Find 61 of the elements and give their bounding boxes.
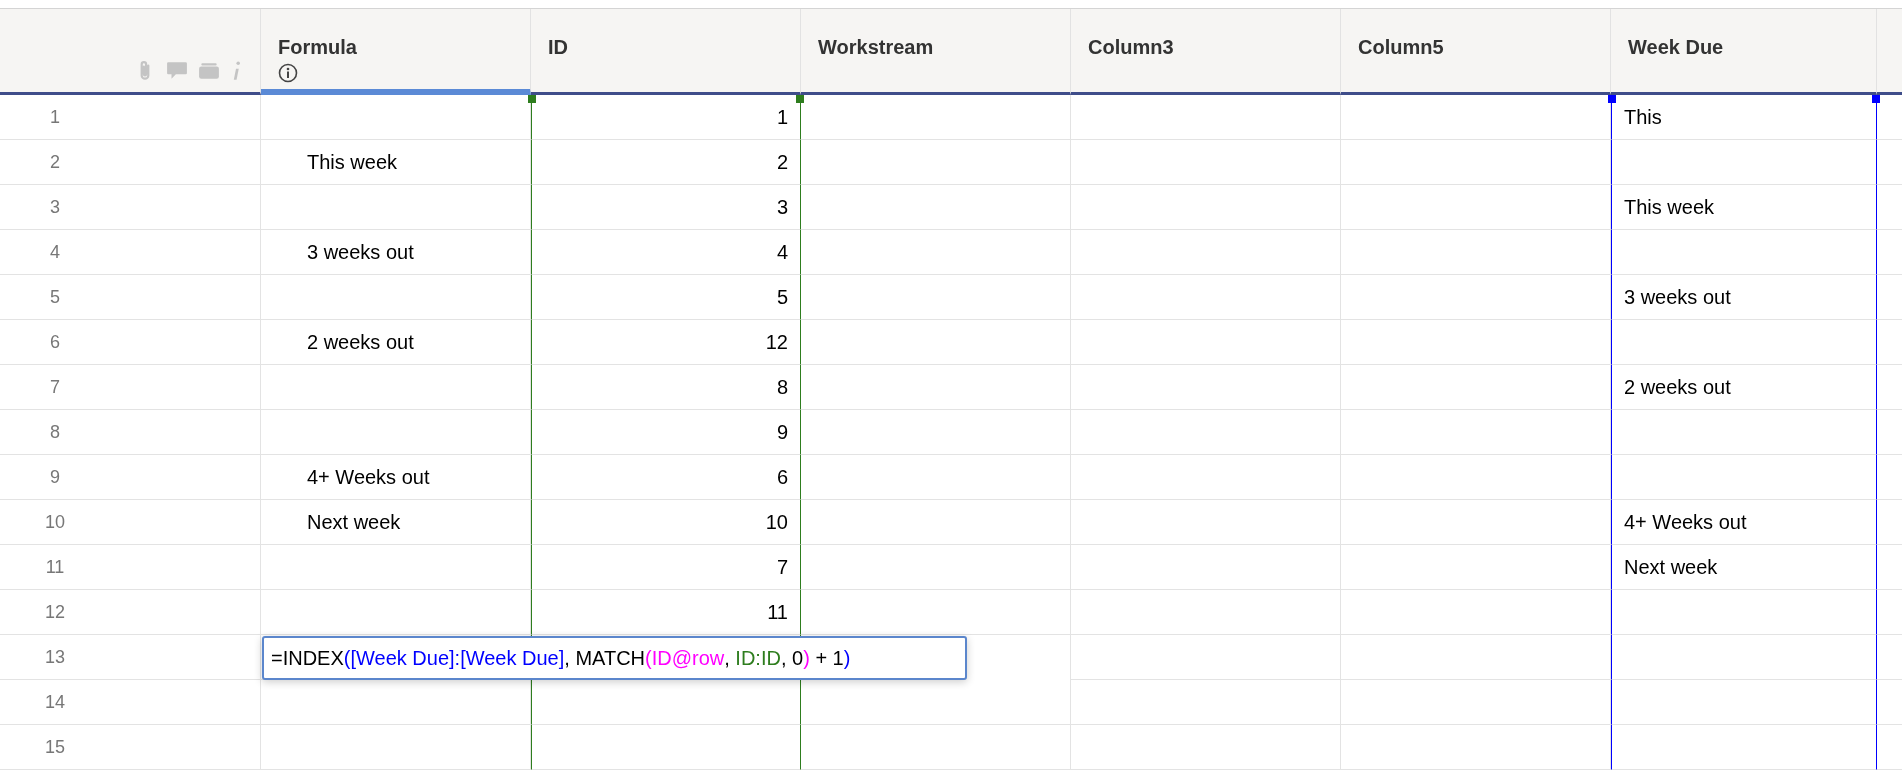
info-icon[interactable] <box>278 63 298 83</box>
table-cell[interactable]: 3 <box>531 185 801 230</box>
table-cell[interactable]: 11 <box>531 590 801 635</box>
row-number: 5 <box>0 275 261 320</box>
table-cell[interactable] <box>1611 725 1877 770</box>
table-cell[interactable]: 4+ Weeks out <box>261 455 531 500</box>
table-cell[interactable]: 3 weeks out <box>1611 275 1877 320</box>
selection-handle[interactable] <box>796 95 804 103</box>
table-cell[interactable] <box>1611 635 1877 680</box>
column-header[interactable]: Column5 <box>1341 9 1611 95</box>
table-cell[interactable]: 2 weeks out <box>261 320 531 365</box>
table-cell[interactable] <box>531 725 801 770</box>
selection-handle[interactable] <box>1608 95 1616 103</box>
table-cell[interactable]: 9 <box>531 410 801 455</box>
row-number: 10 <box>0 500 261 545</box>
table-cell[interactable] <box>1611 590 1877 635</box>
row-number: 12 <box>0 590 261 635</box>
table-cell[interactable]: This week <box>261 140 531 185</box>
table-cell[interactable]: 5 <box>531 275 801 320</box>
selection-handle[interactable] <box>1872 95 1880 103</box>
card-icon[interactable] <box>198 60 220 82</box>
row-number: 3 <box>0 185 261 230</box>
table-cell[interactable]: Next week <box>261 500 531 545</box>
table-cell[interactable]: 12 <box>531 320 801 365</box>
row-number: 8 <box>0 410 261 455</box>
table-cell[interactable]: This week <box>1611 185 1877 230</box>
table-cell[interactable]: 4+ Weeks out <box>1611 500 1877 545</box>
column-header[interactable]: Workstream <box>801 9 1071 95</box>
row-number: 14 <box>0 680 261 725</box>
column-header[interactable]: ID <box>531 9 801 95</box>
table-cell[interactable]: 4 <box>531 230 801 275</box>
table-cell[interactable]: Next week <box>1611 545 1877 590</box>
row-number: 13 <box>0 635 261 680</box>
table-cell[interactable] <box>1611 410 1877 455</box>
table-cell[interactable]: 3 weeks out <box>261 230 531 275</box>
row-number: 9 <box>0 455 261 500</box>
table-cell[interactable] <box>1611 455 1877 500</box>
table-cell[interactable]: 8 <box>531 365 801 410</box>
formula-field[interactable]: =INDEX([Week Due]:[Week Due], MATCH(ID@row, ID:ID, 0) + 1) <box>262 636 967 680</box>
table-cell[interactable] <box>1611 680 1877 725</box>
column-header[interactable]: Column3 <box>1071 9 1341 95</box>
table-cell[interactable] <box>1611 320 1877 365</box>
table-cell[interactable]: 6 <box>531 455 801 500</box>
selection-handle[interactable] <box>528 95 536 103</box>
table-cell[interactable]: 1 <box>531 95 801 140</box>
table-cell[interactable]: 10 <box>531 500 801 545</box>
row-number: 4 <box>0 230 261 275</box>
table-cell[interactable]: 2 <box>531 140 801 185</box>
table-cell[interactable]: This <box>1611 95 1877 140</box>
row-number: 11 <box>0 545 261 590</box>
column-header[interactable]: Formula <box>261 9 531 95</box>
row-number: 15 <box>0 725 261 770</box>
table-cell[interactable]: 2 weeks out <box>1611 365 1877 410</box>
row-number: 2 <box>0 140 261 185</box>
row-number: 7 <box>0 365 261 410</box>
table-cell[interactable] <box>1611 230 1877 275</box>
table-cell[interactable] <box>1611 140 1877 185</box>
table-cell[interactable]: 7 <box>531 545 801 590</box>
column-header[interactable]: Week Due <box>1611 9 1877 95</box>
row-number: 1 <box>0 95 261 140</box>
row-number: 6 <box>0 320 261 365</box>
